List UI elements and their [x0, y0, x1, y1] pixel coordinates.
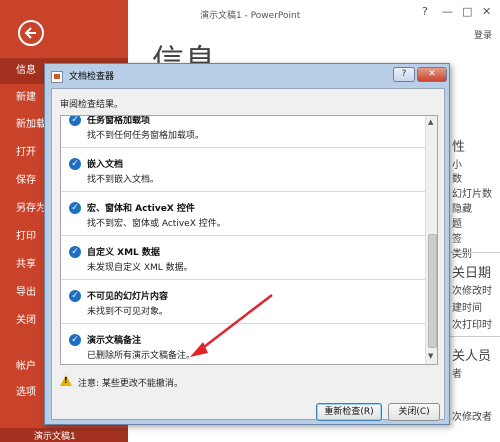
annotation-arrow-icon	[190, 294, 273, 357]
